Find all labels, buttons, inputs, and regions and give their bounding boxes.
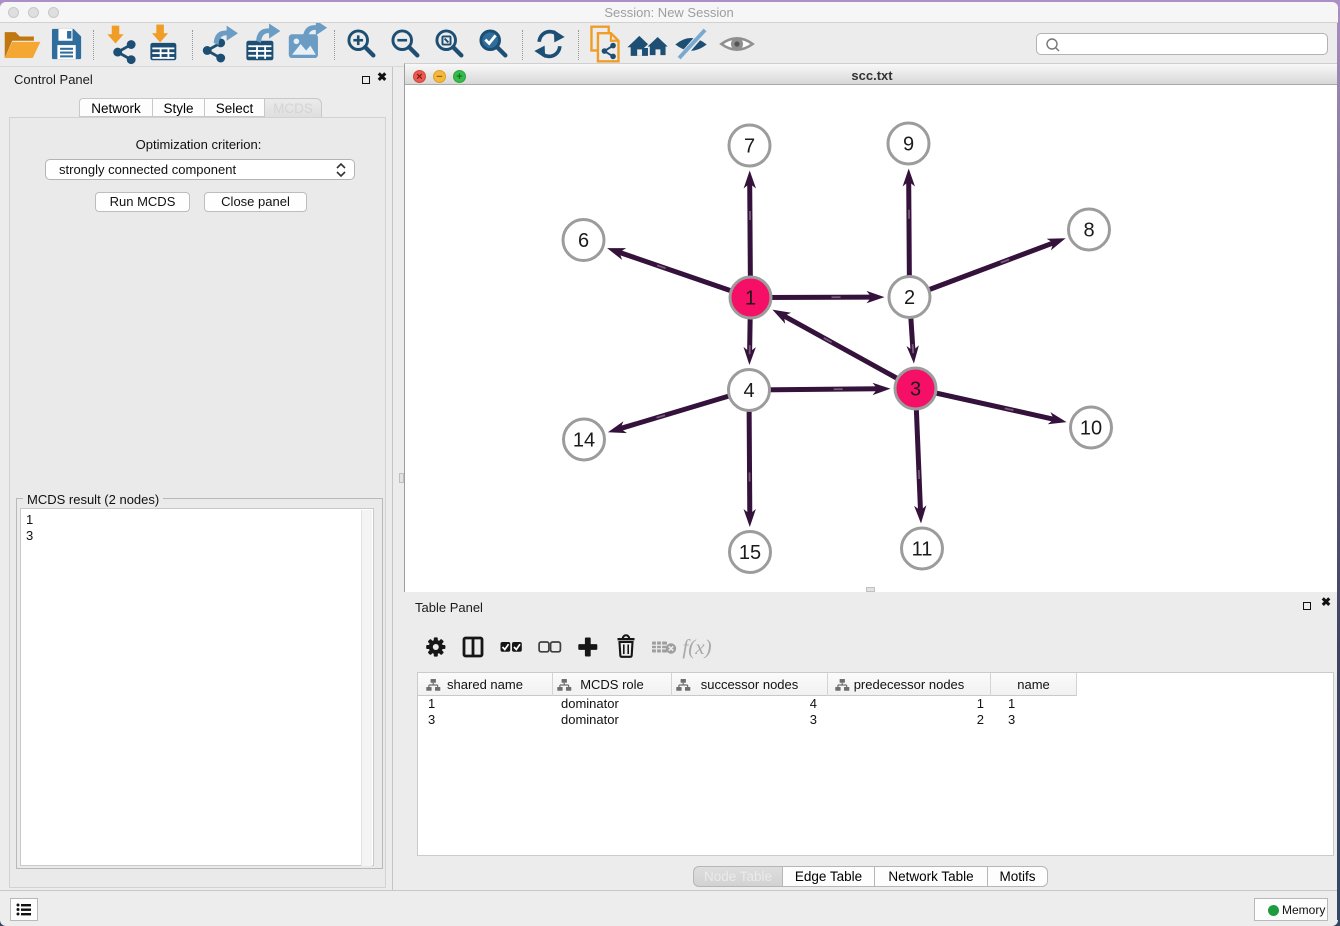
svg-text:2: 2 (904, 287, 915, 309)
svg-text:4: 4 (743, 380, 754, 402)
svg-text:11: 11 (912, 539, 933, 561)
svg-text:f(x): f(x) (682, 635, 711, 659)
svg-text:10: 10 (1080, 418, 1102, 440)
svg-text:7: 7 (744, 136, 755, 158)
svg-text:14: 14 (573, 430, 595, 452)
svg-text:9: 9 (903, 134, 914, 156)
svg-text:1: 1 (745, 288, 756, 310)
svg-text:6: 6 (578, 230, 589, 252)
svg-text:8: 8 (1083, 220, 1094, 242)
svg-text:15: 15 (739, 542, 761, 564)
svg-text:3: 3 (910, 379, 921, 401)
